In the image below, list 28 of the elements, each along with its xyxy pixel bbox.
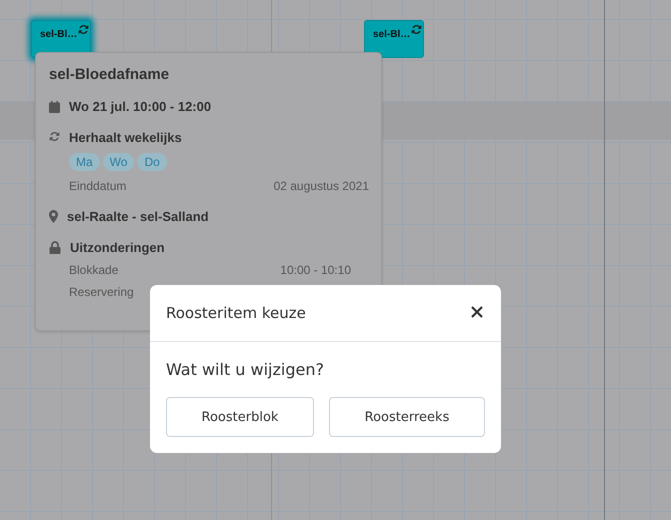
dialog-question: Wat wilt u wijzigen? xyxy=(166,360,325,379)
end-date-label: Einddatum xyxy=(69,179,126,193)
sync-icon xyxy=(411,24,422,35)
sync-icon xyxy=(78,24,90,35)
event-label: sel-Bl… xyxy=(373,28,410,40)
recurrence-label: Herhaalt wekelijks xyxy=(69,130,182,145)
location-text: sel-Raalte - sel-Salland xyxy=(67,209,209,224)
event-date: Wo 21 jul. 10:00 - 12:00 xyxy=(69,99,212,114)
choice-button[interactable]: Roosterreeks xyxy=(329,397,485,437)
calendar-event[interactable]: sel-Bl… xyxy=(364,20,424,58)
close-button[interactable] xyxy=(471,306,485,320)
dialog-title: Roosteritem keuze xyxy=(166,304,306,322)
exception-time: 10:00 - 10:10 xyxy=(280,263,351,277)
weekday-tag: Wo xyxy=(102,153,134,171)
exception-label: Blokkade xyxy=(69,263,118,277)
event-label: sel-Bl… xyxy=(40,28,78,40)
close-icon xyxy=(471,306,483,318)
event-title: sel-Bloedafname xyxy=(49,66,170,83)
weekday-tag: Ma xyxy=(69,153,100,171)
exceptions-label: Uitzonderingen xyxy=(70,240,165,255)
lock-icon xyxy=(49,241,61,254)
calendar-icon xyxy=(49,100,60,112)
location-pin-icon xyxy=(49,210,58,223)
sync-icon xyxy=(49,131,60,142)
choice-button[interactable]: Roosterblok xyxy=(166,397,314,437)
exception-label: Reservering xyxy=(69,285,134,299)
weekday-tag: Do xyxy=(137,153,167,171)
end-date-value: 02 augustus 2021 xyxy=(274,179,369,193)
